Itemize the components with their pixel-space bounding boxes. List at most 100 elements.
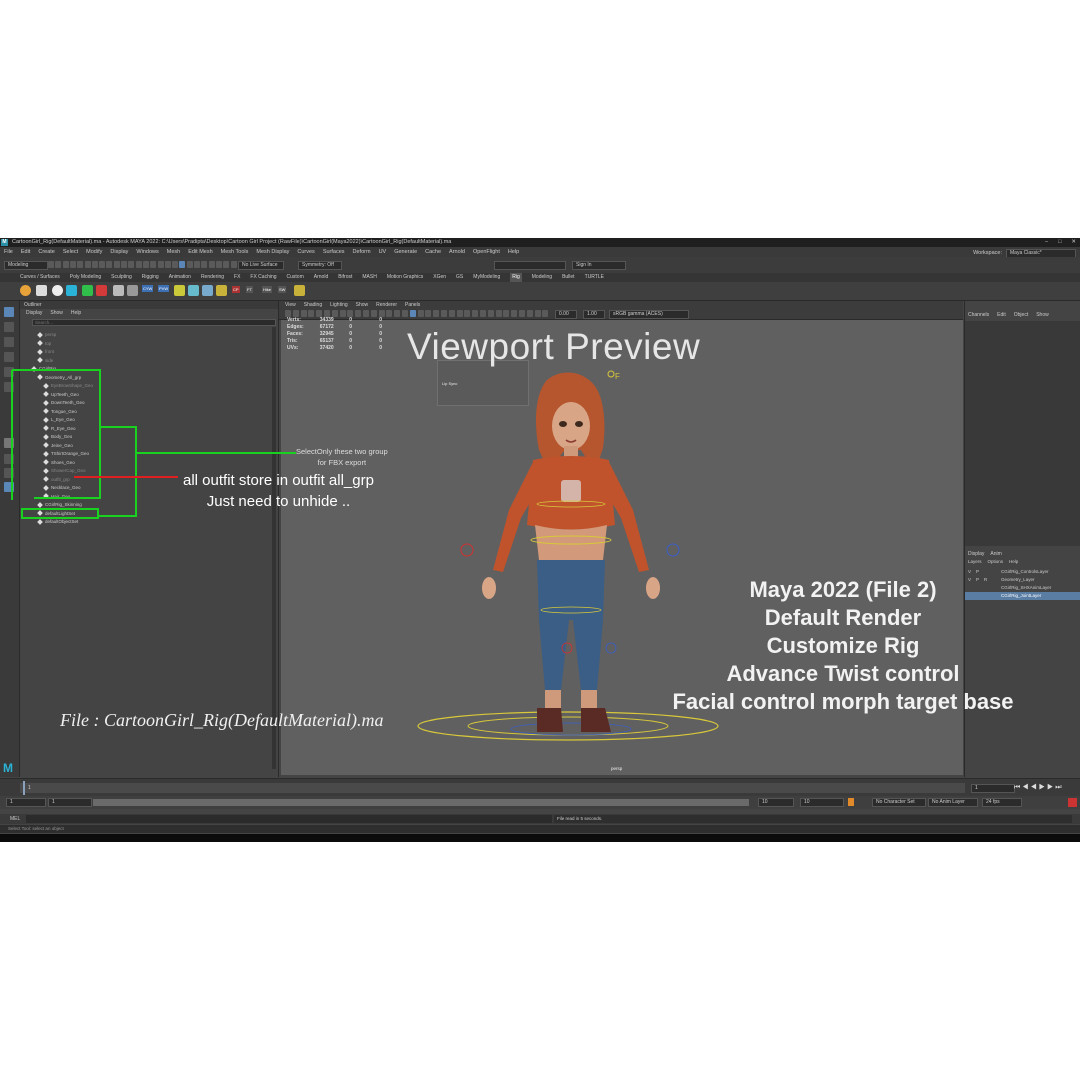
statusline-tool-icon[interactable] <box>113 261 120 268</box>
viewport-tool-icon[interactable] <box>324 310 330 317</box>
menu-item[interactable]: Curves <box>297 247 314 257</box>
menu-item[interactable]: Edit <box>21 247 30 257</box>
range-slider-bar[interactable] <box>93 799 749 806</box>
layer-menu-item[interactable]: Layers <box>968 558 982 566</box>
viewport-menu-item[interactable]: Shading <box>304 301 322 309</box>
viewport-tool-icon[interactable] <box>495 310 502 317</box>
move-tool-icon[interactable] <box>4 352 14 362</box>
viewport-menu-item[interactable]: Panels <box>405 301 420 309</box>
outliner-item[interactable]: Hair_Geo <box>43 493 70 501</box>
layout-two-icon[interactable] <box>4 468 14 478</box>
playback-toggle[interactable]: P <box>976 568 979 576</box>
outliner-scrollbar[interactable] <box>272 327 276 769</box>
viewport-tool-icon[interactable] <box>464 310 471 317</box>
statusline-tool-icon[interactable] <box>215 261 222 268</box>
viewport-tool-icon[interactable] <box>386 310 393 317</box>
shelf-tab[interactable]: Modeling <box>532 273 552 282</box>
menu-item[interactable]: Arnold <box>449 247 465 257</box>
t-pose-icon[interactable] <box>66 285 77 296</box>
outliner-item[interactable]: Jeine_Geo <box>43 442 73 450</box>
statusline-tool-icon[interactable] <box>69 261 76 268</box>
viewport-tool-icon[interactable] <box>308 310 315 317</box>
shelf-tab[interactable]: Custom <box>287 273 304 282</box>
outliner-item[interactable]: Necklace_Geo <box>43 484 81 492</box>
shelf-tab[interactable]: Poly Modeling <box>70 273 101 282</box>
shelf-tab[interactable]: MyModeling <box>473 273 500 282</box>
sw-button[interactable]: SW <box>278 286 287 293</box>
outliner-item[interactable]: outfit_grp <box>43 476 70 484</box>
shelf-tab[interactable]: XGen <box>433 273 446 282</box>
viewport-tool-icon[interactable] <box>472 310 479 317</box>
viewport-menu-item[interactable]: Show <box>356 301 369 309</box>
lasso-tool-icon[interactable] <box>4 322 14 332</box>
mode-dropdown[interactable]: Modeling <box>4 261 48 270</box>
statusline-tool-icon[interactable] <box>91 261 98 268</box>
outliner-menu-item[interactable]: Show <box>50 309 63 317</box>
shelf-tab[interactable]: Rig <box>510 273 522 282</box>
statusline-tool-icon[interactable] <box>84 261 91 268</box>
range-start-field[interactable]: 1 <box>6 798 46 807</box>
playhead[interactable] <box>23 781 25 795</box>
statusline-tool-icon[interactable] <box>99 261 106 268</box>
outliner-item[interactable]: EyeBrowShape_Geo <box>43 382 93 390</box>
menu-item[interactable]: Mesh <box>167 247 180 257</box>
control-icon-c[interactable] <box>216 285 227 296</box>
shelf-tab[interactable]: Arnold <box>314 273 328 282</box>
ft-button[interactable]: FT <box>246 286 253 293</box>
statusline-tool-icon[interactable] <box>128 261 135 268</box>
statusline-tool-icon[interactable] <box>121 261 127 268</box>
viewport-tool-icon[interactable] <box>402 310 408 317</box>
viewport-tool-icon[interactable] <box>448 310 455 317</box>
statusline-tool-icon[interactable] <box>230 261 237 268</box>
viewport-tool-icon[interactable] <box>363 310 369 317</box>
outliner-item[interactable]: front <box>37 348 54 356</box>
statusline-tool-icon[interactable] <box>55 261 62 268</box>
viewport-tool-icon[interactable] <box>285 310 291 317</box>
viewport-tool-icon[interactable] <box>292 310 299 317</box>
statusline-tool-icon[interactable] <box>208 261 215 268</box>
rig-icon-b[interactable] <box>96 285 107 296</box>
time-slider-track[interactable] <box>20 783 965 793</box>
outliner-item[interactable]: Shoes_Geo <box>43 459 75 467</box>
range-inner-end-field[interactable]: 10 <box>758 798 794 807</box>
outliner-item[interactable]: defaultLightSet <box>37 510 75 518</box>
viewport-tool-icon[interactable] <box>526 310 533 317</box>
menu-item[interactable]: Edit Mesh <box>188 247 212 257</box>
character-set-dropdown[interactable]: No Character Set <box>872 798 926 807</box>
viewport-tool-icon[interactable] <box>394 310 401 317</box>
menu-item[interactable]: Cache <box>425 247 441 257</box>
viewport-tool-icon[interactable] <box>487 310 494 317</box>
close-button[interactable]: ✕ <box>1071 238 1076 247</box>
outliner-item[interactable]: UpTeeth_Geo <box>43 391 79 399</box>
outliner-item[interactable]: TShirtOrange_Geo <box>43 450 89 458</box>
hike-button[interactable]: Hike <box>262 286 273 293</box>
menu-item[interactable]: Select <box>63 247 78 257</box>
auto-key-icon[interactable] <box>848 798 854 806</box>
statusline-input[interactable] <box>494 261 566 270</box>
joint-icon[interactable] <box>36 285 47 296</box>
layout-four-icon[interactable] <box>4 454 14 464</box>
menu-item[interactable]: File <box>4 247 13 257</box>
menu-item[interactable]: Windows <box>136 247 158 257</box>
statusline-tool-icon[interactable] <box>164 261 171 268</box>
statusline-tool-icon[interactable] <box>179 261 186 268</box>
menu-item[interactable]: Modify <box>86 247 102 257</box>
statusline-tool-icon[interactable] <box>62 261 69 268</box>
statusline-tool-icon[interactable] <box>106 261 113 268</box>
menu-item[interactable]: Mesh Display <box>256 247 289 257</box>
fps-dropdown[interactable]: 24 fps <box>982 798 1022 807</box>
shelf-tab[interactable]: Curves / Surfaces <box>20 273 60 282</box>
statusline-tool-icon[interactable] <box>142 261 149 268</box>
layout-outliner-icon[interactable] <box>4 482 14 492</box>
outliner-item[interactable]: R_Eye_Geo <box>43 425 76 433</box>
outliner-item[interactable]: Body_Geo <box>43 433 72 441</box>
cyw-button[interactable]: CYW <box>142 285 154 292</box>
playback-controls[interactable]: ⏮◀◀▶▶⏭ <box>1014 784 1064 792</box>
layer-tab[interactable]: Display <box>968 550 984 558</box>
viewport-menu-item[interactable]: Renderer <box>376 301 397 309</box>
colorspace-dropdown[interactable]: sRGB gamma (ACES) <box>609 310 689 319</box>
statusline-tool-icon[interactable] <box>48 261 54 268</box>
viewport-tool-icon[interactable] <box>503 310 510 317</box>
outliner-search-input[interactable] <box>32 319 276 326</box>
statusline-tool-icon[interactable] <box>223 261 230 268</box>
